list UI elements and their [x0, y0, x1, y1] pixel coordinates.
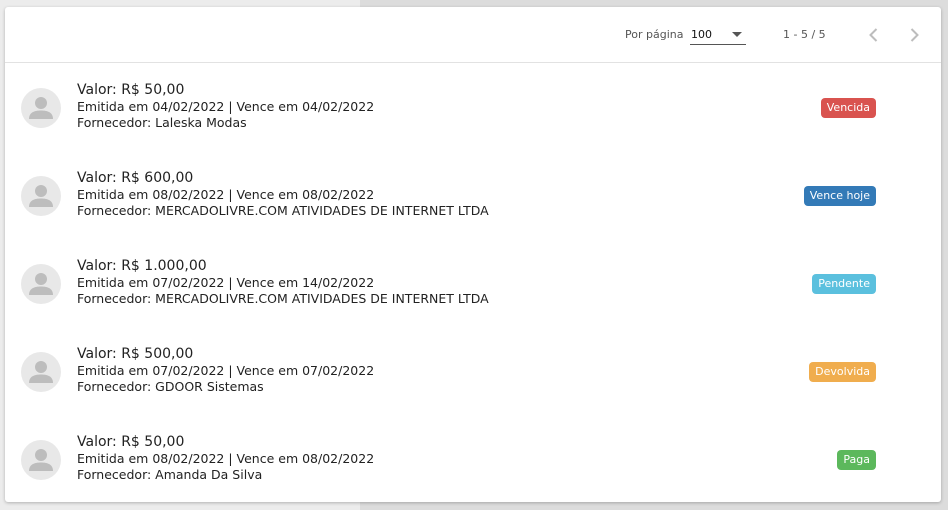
invoice-value: Valor: R$ 1.000,00 [77, 258, 207, 274]
person-icon [29, 449, 53, 471]
person-icon [29, 97, 53, 119]
invoice-list: Valor: R$ 50,00 Emitida em 04/02/2022 | … [5, 63, 941, 502]
invoice-dates: Emitida em 08/02/2022 | Vence em 08/02/2… [77, 451, 375, 466]
pagination-bar: Por página 100 1 - 5 / 5 [5, 7, 941, 63]
invoice-dates: Emitida em 08/02/2022 | Vence em 08/02/2… [77, 187, 375, 202]
invoice-list-item[interactable]: Valor: R$ 50,00 Emitida em 04/02/2022 | … [5, 63, 941, 151]
invoice-details: Valor: R$ 50,00 Emitida em 08/02/2022 | … [77, 434, 374, 483]
chevron-left-icon [869, 28, 878, 42]
invoice-dates: Emitida em 07/02/2022 | Vence em 07/02/2… [77, 363, 375, 378]
avatar [21, 352, 61, 392]
invoice-details: Valor: R$ 1.000,00 Emitida em 07/02/2022… [77, 258, 489, 307]
invoice-list-item[interactable]: Valor: R$ 500,00 Emitida em 07/02/2022 |… [5, 327, 941, 415]
avatar [21, 440, 61, 480]
invoice-details: Valor: R$ 50,00 Emitida em 04/02/2022 | … [77, 82, 374, 131]
status-badge: Vencida [820, 98, 876, 118]
invoice-dates: Emitida em 07/02/2022 | Vence em 14/02/2… [77, 275, 375, 290]
invoice-supplier: Fornecedor: Laleska Modas [77, 115, 247, 130]
invoice-supplier: Fornecedor: MERCADOLIVRE.COM ATIVIDADES … [77, 291, 489, 306]
next-page-button[interactable] [902, 23, 926, 47]
avatar [21, 88, 61, 128]
person-icon [29, 185, 53, 207]
status-badge: Pendente [812, 274, 876, 294]
invoice-list-item[interactable]: Valor: R$ 50,00 Emitida em 08/02/2022 | … [5, 415, 941, 502]
person-icon [29, 361, 53, 383]
caret-down-icon [732, 32, 742, 37]
chevron-right-icon [910, 28, 919, 42]
per-page-select[interactable]: 100 [690, 22, 746, 45]
invoice-value: Valor: R$ 600,00 [77, 170, 194, 186]
previous-page-button[interactable] [862, 23, 886, 47]
invoice-value: Valor: R$ 50,00 [77, 82, 185, 98]
invoice-list-item[interactable]: Valor: R$ 1.000,00 Emitida em 07/02/2022… [5, 239, 941, 327]
status-badge: Devolvida [809, 362, 876, 382]
invoice-details: Valor: R$ 500,00 Emitida em 07/02/2022 |… [77, 346, 374, 395]
page-range: 1 - 5 / 5 [783, 28, 826, 41]
per-page-label: Por página [625, 28, 684, 41]
invoice-value: Valor: R$ 500,00 [77, 346, 194, 362]
avatar [21, 264, 61, 304]
invoice-list-item[interactable]: Valor: R$ 600,00 Emitida em 08/02/2022 |… [5, 151, 941, 239]
status-badge: Paga [837, 450, 876, 470]
invoice-details: Valor: R$ 600,00 Emitida em 08/02/2022 |… [77, 170, 489, 219]
invoice-card: Por página 100 1 - 5 / 5 Valor: R$ 50,00… [5, 7, 941, 502]
invoice-value: Valor: R$ 50,00 [77, 434, 185, 450]
status-badge: Vence hoje [803, 186, 876, 206]
invoice-supplier: Fornecedor: GDOOR Sistemas [77, 379, 264, 394]
avatar [21, 176, 61, 216]
invoice-supplier: Fornecedor: MERCADOLIVRE.COM ATIVIDADES … [77, 203, 489, 218]
person-icon [29, 273, 53, 295]
invoice-supplier: Fornecedor: Amanda Da Silva [77, 467, 263, 482]
per-page-value: 100 [691, 28, 712, 41]
invoice-dates: Emitida em 04/02/2022 | Vence em 04/02/2… [77, 99, 375, 114]
